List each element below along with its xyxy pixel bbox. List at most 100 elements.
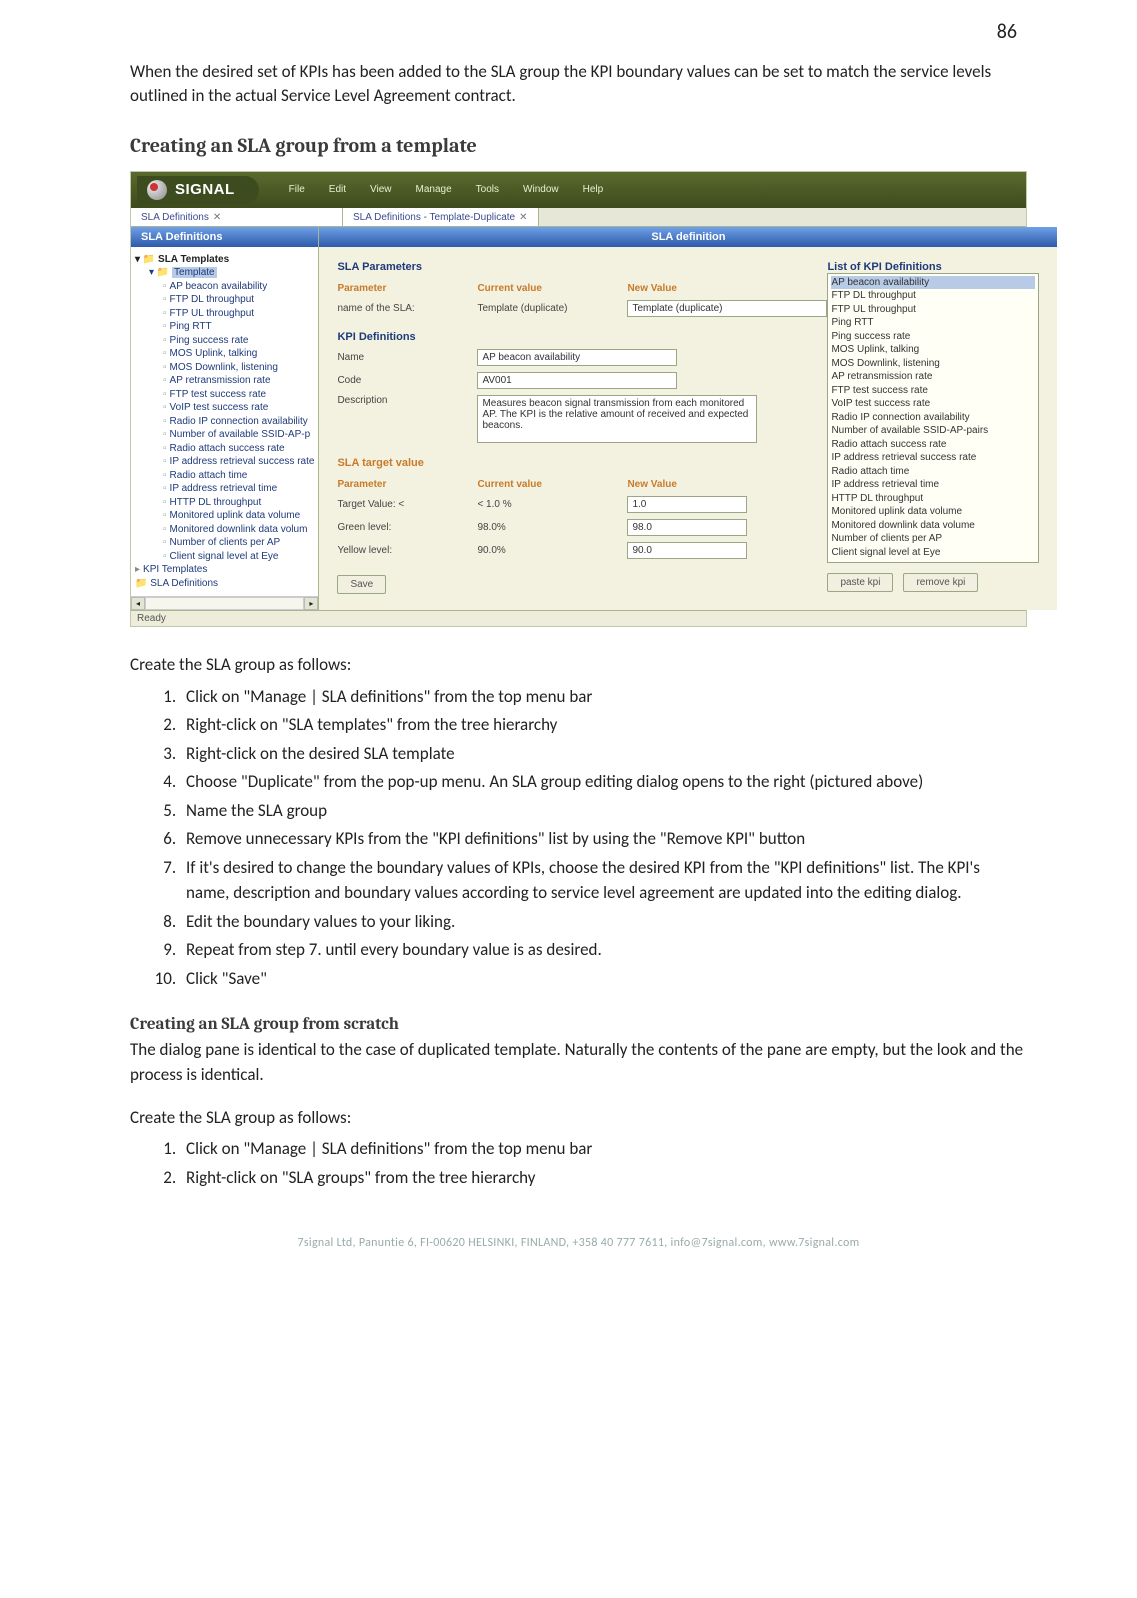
list-item[interactable]: AP beacon availability xyxy=(831,276,1035,290)
list-item[interactable]: Monitored uplink data volume xyxy=(831,505,1035,519)
list-item[interactable]: Client signal level at Eye xyxy=(831,546,1035,560)
tree-item[interactable]: FTP DL throughput xyxy=(163,293,314,307)
tree-item[interactable]: MOS Uplink, talking xyxy=(163,347,314,361)
tree-sla-definitions[interactable]: 📁 SLA Definitions xyxy=(135,577,314,591)
step-item: Edit the boundary values to your liking. xyxy=(180,909,1027,935)
save-button[interactable]: Save xyxy=(337,575,386,594)
menu-file[interactable]: File xyxy=(289,184,305,195)
steps-intro-2: Create the SLA group as follows: xyxy=(130,1106,1027,1131)
tree-item[interactable]: VoIP test success rate xyxy=(163,401,314,415)
tree-view[interactable]: ▾ 📁 SLA Templates ▾ 📁 Template AP beacon… xyxy=(131,247,318,597)
step-item: Remove unnecessary KPIs from the "KPI de… xyxy=(180,826,1027,852)
input-name-of-sla[interactable] xyxy=(627,300,827,317)
tree-item[interactable]: Number of available SSID-AP-p xyxy=(163,428,314,442)
app-brand: SIGNAL xyxy=(137,176,259,204)
step-item: Click "Save" xyxy=(180,966,1027,992)
tree-item[interactable]: Client signal level at Eye xyxy=(163,550,314,564)
step-item: Click on "Manage | SLA definitions" from… xyxy=(180,1136,1027,1162)
menu-edit[interactable]: Edit xyxy=(329,184,346,195)
tree-item[interactable]: MOS Downlink, listening xyxy=(163,361,314,375)
brand-logo-icon xyxy=(147,180,167,200)
list-item[interactable]: FTP test success rate xyxy=(831,384,1035,398)
list-item[interactable]: Radio attach time xyxy=(831,465,1035,479)
page-number: 86 xyxy=(997,20,1017,44)
menu-help[interactable]: Help xyxy=(583,184,604,195)
tree-item[interactable]: Number of clients per AP xyxy=(163,536,314,550)
tab-template-duplicate[interactable]: SLA Definitions - Template-Duplicate✕ xyxy=(343,208,539,226)
tree-item[interactable]: Radio IP connection availability xyxy=(163,415,314,429)
list-item[interactable]: Number of clients per AP xyxy=(831,532,1035,546)
section-heading-template: Creating an SLA group from a template xyxy=(130,134,1027,157)
list-item[interactable]: IP address retrieval success rate xyxy=(831,451,1035,465)
close-icon[interactable]: ✕ xyxy=(519,212,527,223)
tree-item[interactable]: Monitored downlink data volum xyxy=(163,523,314,537)
list-item[interactable]: Ping success rate xyxy=(831,330,1035,344)
paste-kpi-button[interactable]: paste kpi xyxy=(827,573,893,592)
menu-window[interactable]: Window xyxy=(523,184,559,195)
tree-item[interactable]: Radio attach time xyxy=(163,469,314,483)
kpi-listbox[interactable]: AP beacon availabilityFTP DL throughputF… xyxy=(827,273,1039,563)
tree-item[interactable]: Radio attach success rate xyxy=(163,442,314,456)
close-icon[interactable]: ✕ xyxy=(213,212,221,223)
remove-kpi-button[interactable]: remove kpi xyxy=(903,573,978,592)
tree-item[interactable]: AP beacon availability xyxy=(163,280,314,294)
tab-left-label: SLA Definitions xyxy=(141,212,209,223)
horizontal-scrollbar[interactable]: ◂ ▸ xyxy=(131,596,318,610)
tree-item[interactable]: FTP UL throughput xyxy=(163,307,314,321)
col-current-2: Current value xyxy=(477,479,627,490)
col-current: Current value xyxy=(477,283,627,294)
tree-item[interactable]: Monitored uplink data volume xyxy=(163,509,314,523)
input-yellow-level[interactable] xyxy=(627,542,747,559)
app-screenshot: SIGNAL File Edit View Manage Tools Windo… xyxy=(130,171,1027,628)
menu-tools[interactable]: Tools xyxy=(476,184,499,195)
sla-target-heading: SLA target value xyxy=(337,457,827,469)
input-green-level[interactable] xyxy=(627,519,747,536)
list-item[interactable]: HTTP DL throughput xyxy=(831,492,1035,506)
page-footer: 7signal Ltd, Panuntie 6, FI-00620 HELSIN… xyxy=(130,1220,1027,1250)
step-item: Click on "Manage | SLA definitions" from… xyxy=(180,684,1027,710)
scroll-track[interactable] xyxy=(145,597,304,610)
input-kpi-code[interactable] xyxy=(477,372,677,389)
list-item[interactable]: VoIP test success rate xyxy=(831,397,1035,411)
list-item[interactable]: FTP UL throughput xyxy=(831,303,1035,317)
label-kpi-name: Name xyxy=(337,352,477,363)
tree-item[interactable]: AP retransmission rate xyxy=(163,374,314,388)
section-heading-scratch: Creating an SLA group from scratch xyxy=(130,1015,1027,1034)
scroll-left-button[interactable]: ◂ xyxy=(131,597,145,610)
tree-template-node[interactable]: ▾ 📁 Template xyxy=(149,266,314,280)
tree-item[interactable]: HTTP DL throughput xyxy=(163,496,314,510)
tree-root[interactable]: ▾ 📁 SLA Templates xyxy=(135,253,314,267)
list-item[interactable]: AP retransmission rate xyxy=(831,370,1035,384)
menu-bar: File Edit View Manage Tools Window Help xyxy=(289,184,604,195)
sla-parameters-heading: SLA Parameters xyxy=(337,261,827,273)
tree-kpi-templates[interactable]: KPI Templates xyxy=(135,563,314,577)
scroll-right-button[interactable]: ▸ xyxy=(304,597,318,610)
tree-item[interactable]: FTP test success rate xyxy=(163,388,314,402)
list-item[interactable]: Number of available SSID-AP-pairs xyxy=(831,424,1035,438)
input-kpi-name[interactable] xyxy=(477,349,677,366)
input-target-value[interactable] xyxy=(627,496,747,513)
list-item[interactable]: FTP DL throughput xyxy=(831,289,1035,303)
tree-item[interactable]: IP address retrieval time xyxy=(163,482,314,496)
scratch-paragraph: The dialog pane is identical to the case… xyxy=(130,1038,1027,1087)
list-item[interactable]: IP address retrieval time xyxy=(831,478,1035,492)
input-kpi-description[interactable]: Measures beacon signal transmission from… xyxy=(477,395,757,443)
tab-sla-definitions[interactable]: SLA Definitions ✕ xyxy=(131,208,343,226)
list-item[interactable]: Monitored downlink data volume xyxy=(831,519,1035,533)
step-item: Choose "Duplicate" from the pop-up menu.… xyxy=(180,769,1027,795)
kpi-list-heading: List of KPI Definitions xyxy=(827,261,1039,273)
intro-paragraph: When the desired set of KPIs has been ad… xyxy=(130,60,1027,108)
menu-manage[interactable]: Manage xyxy=(416,184,452,195)
list-item[interactable]: Radio IP connection availability xyxy=(831,411,1035,425)
list-item[interactable]: MOS Uplink, talking xyxy=(831,343,1035,357)
label-name-of-sla: name of the SLA: xyxy=(337,303,477,314)
menu-view[interactable]: View xyxy=(370,184,392,195)
tree-item[interactable]: Ping RTT xyxy=(163,320,314,334)
list-item[interactable]: Radio attach success rate xyxy=(831,438,1035,452)
list-item[interactable]: Ping RTT xyxy=(831,316,1035,330)
label-target-value: Target Value: < xyxy=(337,499,477,510)
brand-text: SIGNAL xyxy=(175,181,235,198)
tree-item[interactable]: IP address retrieval success rate xyxy=(163,455,314,469)
list-item[interactable]: MOS Downlink, listening xyxy=(831,357,1035,371)
tree-item[interactable]: Ping success rate xyxy=(163,334,314,348)
